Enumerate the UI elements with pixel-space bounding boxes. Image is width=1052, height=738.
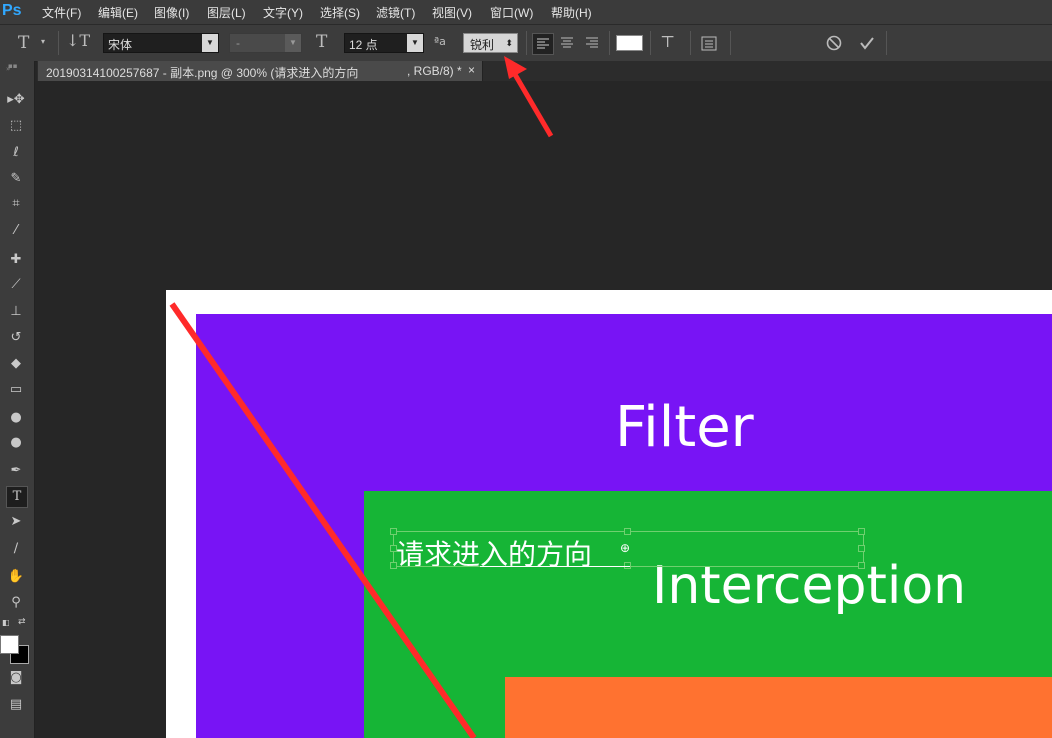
annotation-line xyxy=(169,302,477,738)
annotation-arrow-shaft xyxy=(510,69,554,138)
annotation-overlay xyxy=(169,56,554,738)
